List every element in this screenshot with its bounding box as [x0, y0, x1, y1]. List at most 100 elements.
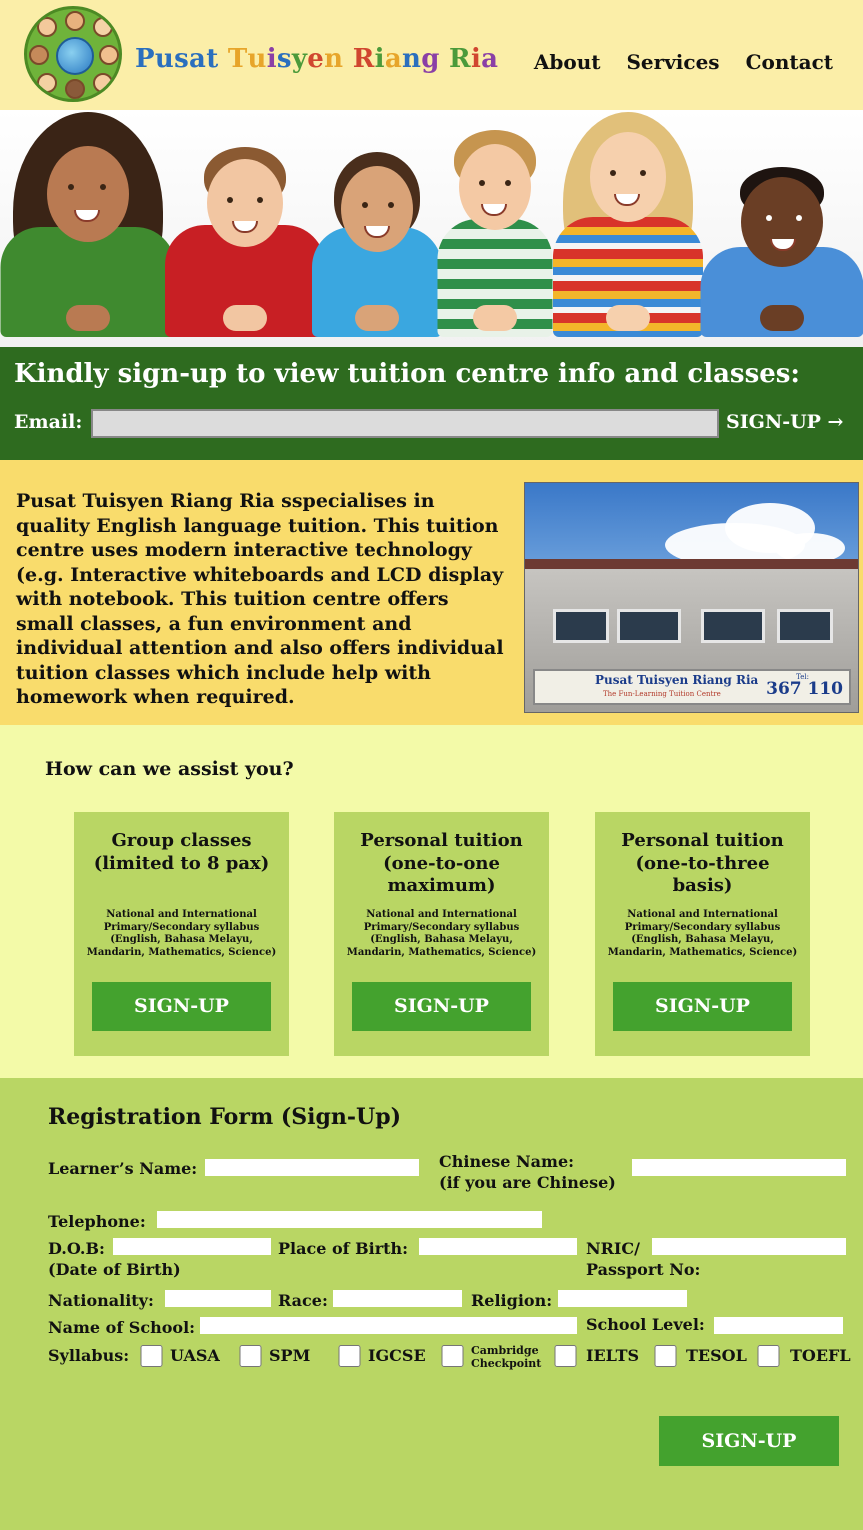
brand-letter: [440, 44, 449, 74]
nationality-label: Nationality:: [48, 1291, 154, 1310]
one-to-one-signup-button[interactable]: SIGN-UP: [352, 982, 531, 1031]
centre-signboard: Pusat Tuisyen Riang Ria The Fun-Learning…: [533, 669, 851, 705]
syllabus-spm-label: SPM: [269, 1346, 311, 1365]
place-of-birth-label: Place of Birth:: [278, 1239, 409, 1258]
passport-label: Passport No:: [586, 1260, 701, 1279]
syllabus-label: Syllabus:: [48, 1346, 130, 1365]
syllabus-igcse-checkbox[interactable]: [336, 1345, 363, 1367]
one-to-three-signup-button[interactable]: SIGN-UP: [613, 982, 792, 1031]
kid-face-icon: [93, 17, 113, 37]
religion-field[interactable]: [558, 1290, 687, 1307]
chinese-name-note: (if you are Chinese): [439, 1173, 616, 1192]
brand-letter: [343, 44, 352, 74]
signup-banner: Kindly sign-up to view tuition centre in…: [0, 347, 863, 460]
registration-submit-button[interactable]: SIGN-UP: [659, 1416, 839, 1466]
child-figure: [548, 112, 708, 337]
banner-signup-button[interactable]: SIGN-UP →: [726, 411, 843, 433]
nav-contact[interactable]: Contact: [746, 50, 833, 74]
syllabus-toefl-checkbox[interactable]: [755, 1345, 782, 1367]
site-header: Pusat Tuisyen Riang Ria About Services C…: [0, 0, 863, 110]
syllabus-igcse-label: IGCSE: [368, 1346, 426, 1365]
about-text: Pusat Tuisyen Riang Ria sspecialises in …: [16, 490, 504, 708]
brand-letter: T: [227, 44, 248, 74]
syllabus-tesol-checkbox[interactable]: [652, 1345, 679, 1367]
kid-face-icon: [65, 11, 85, 31]
brand-letter: R: [352, 44, 375, 74]
email-label: Email:: [14, 411, 83, 433]
syllabus-uasa-label: UASA: [170, 1346, 220, 1365]
chinese-name-label: Chinese Name:: [439, 1152, 575, 1171]
chinese-name-field[interactable]: [632, 1159, 846, 1176]
syllabus-checkpoint-label: Checkpoint: [471, 1357, 542, 1370]
school-name-field[interactable]: [200, 1317, 577, 1334]
brand-letter: a: [481, 44, 499, 74]
kid-face-icon: [93, 73, 113, 93]
service-card-one-to-one: Personal tuition (one-to-one maximum) Na…: [334, 812, 549, 1056]
syllabus-uasa-checkbox[interactable]: [138, 1345, 165, 1367]
dob-label: D.O.B:: [48, 1239, 105, 1258]
globe-icon: [56, 37, 94, 75]
brand-letter: y: [291, 44, 308, 74]
logo-globe-kids-icon[interactable]: [24, 6, 122, 102]
kid-face-icon: [65, 79, 85, 99]
telephone-label: Telephone:: [48, 1212, 146, 1231]
kid-face-icon: [37, 73, 57, 93]
brand-letter: a: [384, 44, 402, 74]
brand-letter: n: [324, 44, 344, 74]
child-figure: [312, 132, 442, 337]
brand-letter: i: [374, 44, 385, 74]
service-card-title: Personal tuition (one-to-one maximum): [360, 830, 523, 896]
syllabus-ielts-checkbox[interactable]: [552, 1345, 579, 1367]
email-input[interactable]: [91, 409, 719, 438]
brand-letter: P: [135, 44, 155, 74]
brand-letter: a: [189, 44, 207, 74]
brand-name[interactable]: Pusat Tuisyen Riang Ria: [135, 44, 498, 74]
main-nav: About Services Contact: [534, 50, 833, 74]
service-card-one-to-three: Personal tuition (one-to-three basis) Na…: [595, 812, 810, 1056]
group-classes-signup-button[interactable]: SIGN-UP: [92, 982, 271, 1031]
syllabus-ielts-label: IELTS: [586, 1346, 640, 1365]
service-card-description: National and International Primary/Secon…: [346, 909, 537, 958]
service-card-description: National and International Primary/Secon…: [607, 909, 798, 958]
nric-passport-field[interactable]: [652, 1238, 846, 1255]
registration-heading: Registration Form (Sign-Up): [48, 1104, 402, 1130]
service-card-group-classes: Group classes (limited to 8 pax) Nationa…: [74, 812, 289, 1056]
syllabus-cambridge-label: Cambridge: [471, 1344, 539, 1357]
service-card-title: Group classes (limited to 8 pax): [93, 830, 270, 874]
brand-letter: u: [154, 44, 175, 74]
school-level-field[interactable]: [714, 1317, 843, 1334]
learner-name-field[interactable]: [205, 1159, 419, 1176]
brand-letter: e: [307, 44, 325, 74]
telephone-field[interactable]: [157, 1211, 542, 1228]
syllabus-cambridge-checkbox[interactable]: [439, 1345, 466, 1367]
place-of-birth-field[interactable]: [419, 1238, 577, 1255]
dob-note: (Date of Birth): [48, 1260, 181, 1279]
nationality-field[interactable]: [165, 1290, 271, 1307]
service-card-description: National and International Primary/Secon…: [86, 909, 277, 958]
school-level-label: School Level:: [586, 1315, 705, 1334]
child-figure: [0, 112, 175, 337]
kid-face-icon: [99, 45, 119, 65]
child-figure: [165, 127, 325, 337]
child-figure: [700, 167, 863, 337]
nav-about[interactable]: About: [534, 50, 601, 74]
learner-name-label: Learner’s Name:: [48, 1159, 198, 1178]
brand-letter: n: [401, 44, 422, 74]
services-section: How can we assist you? Group classes (li…: [0, 725, 863, 1078]
nric-label: NRIC/: [586, 1239, 640, 1258]
banner-heading: Kindly sign-up to view tuition centre in…: [14, 359, 800, 389]
brand-letter: i: [470, 44, 482, 74]
signboard-name: Pusat Tuisyen Riang Ria: [595, 673, 759, 687]
race-field[interactable]: [333, 1290, 462, 1307]
brand-letter: i: [266, 44, 277, 74]
brand-letter: t: [206, 44, 219, 74]
registration-form: Registration Form (Sign-Up) Learner’s Na…: [0, 1078, 863, 1530]
kid-face-icon: [37, 17, 57, 37]
brand-letter: s: [276, 44, 292, 74]
signboard-phone: 367 110: [766, 679, 843, 699]
nav-services[interactable]: Services: [626, 50, 719, 74]
dob-field[interactable]: [113, 1238, 271, 1255]
syllabus-spm-checkbox[interactable]: [237, 1345, 264, 1367]
service-card-title: Personal tuition (one-to-three basis): [621, 830, 784, 896]
signboard-tagline: The Fun-Learning Tuition Centre: [603, 690, 721, 698]
